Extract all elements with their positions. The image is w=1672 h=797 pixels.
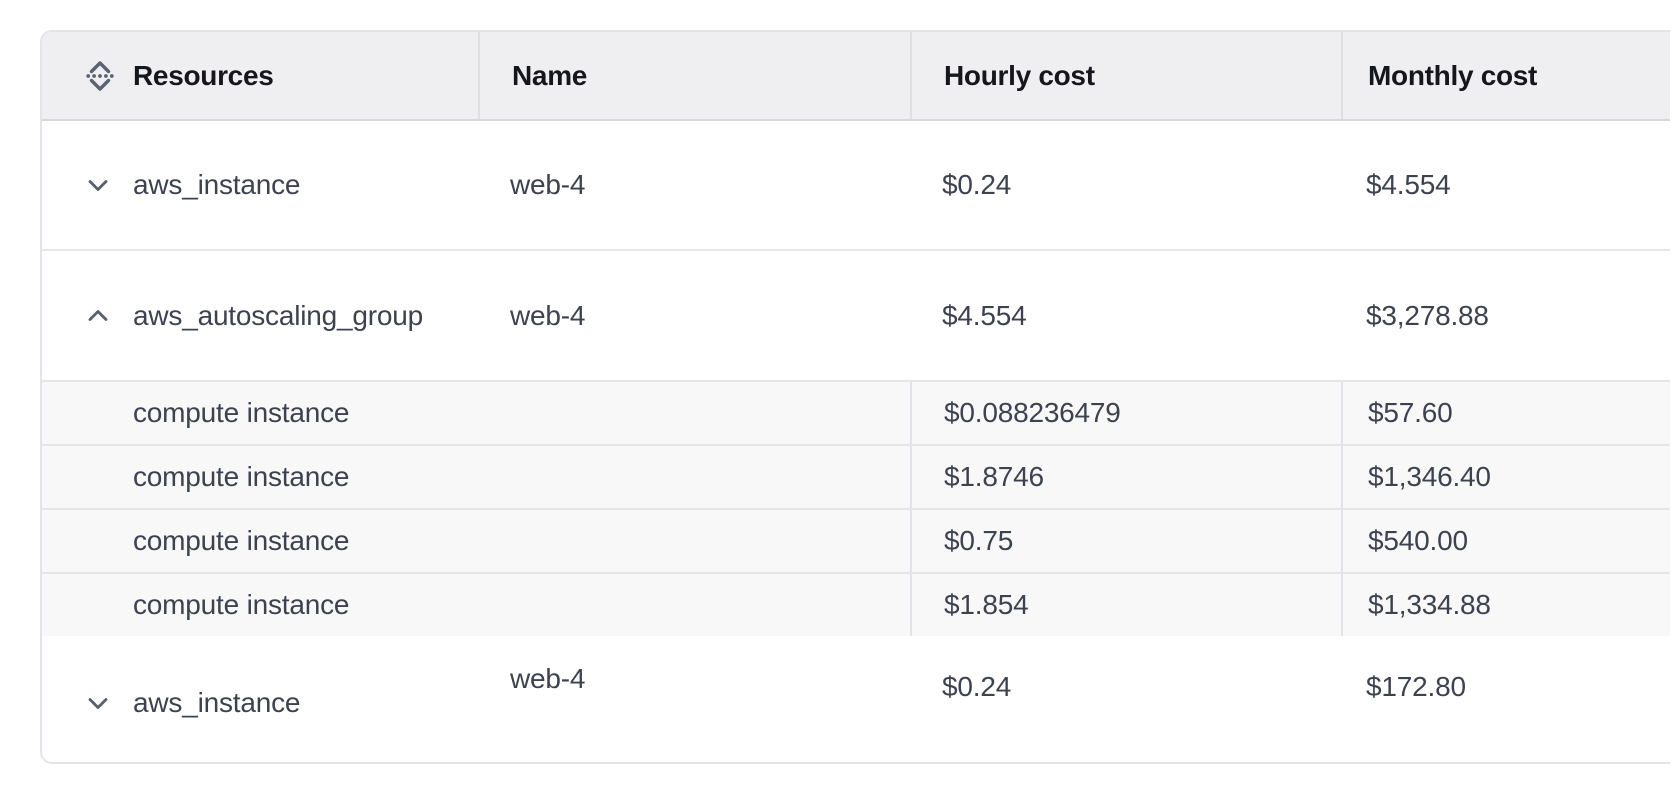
hourly-cost-value: $0.088236479: [944, 397, 1121, 429]
monthly-cost-value: $540.00: [1368, 525, 1468, 557]
header-name-label: Name: [512, 60, 587, 92]
component-label-cell: compute instance: [42, 574, 910, 636]
monthly-cost-value: $4.554: [1366, 169, 1450, 201]
hourly-cost-value: $4.554: [942, 300, 1026, 332]
monthly-cost-value: $1,334.88: [1368, 589, 1491, 621]
cost-breakdown-table: Resources Name Hourly cost Monthly cost …: [40, 30, 1670, 764]
hourly-cost-value: $0.75: [944, 525, 1013, 557]
monthly-cost-cell: $4.554: [1341, 121, 1670, 249]
name-cell: web-4: [478, 251, 910, 380]
table-row-aws-instance[interactable]: aws_instance web-4 $0.24 $4.554: [42, 121, 1670, 249]
resource-type-label: aws_instance: [133, 687, 300, 719]
resource-cell: aws_instance: [42, 121, 478, 249]
cost-component-row: compute instance $0.75 $540.00: [42, 508, 1670, 572]
hourly-cost-cell: $4.554: [910, 251, 1341, 380]
name-value: web-4: [510, 169, 585, 201]
component-label-cell: compute instance: [42, 446, 910, 508]
header-monthly-cost: Monthly cost: [1341, 32, 1670, 119]
hourly-cost-cell: $0.24: [910, 636, 1341, 762]
header-resources-label: Resources: [133, 60, 274, 92]
monthly-cost-cell: $1,334.88: [1341, 574, 1670, 636]
header-resources: Resources: [42, 32, 478, 119]
name-value: web-4: [510, 300, 585, 332]
chevron-up-icon[interactable]: [85, 303, 111, 329]
component-label: compute instance: [133, 397, 349, 429]
hourly-cost-cell: $1.854: [910, 574, 1341, 636]
hourly-cost-cell: $0.088236479: [910, 382, 1341, 444]
name-cell: web-4: [478, 121, 910, 249]
monthly-cost-cell: $172.80: [1341, 636, 1670, 762]
monthly-cost-value: $3,278.88: [1366, 300, 1489, 332]
monthly-cost-value: $1,346.40: [1368, 461, 1491, 493]
resource-cell: aws_instance: [42, 640, 478, 764]
hourly-cost-value: $0.24: [942, 169, 1011, 201]
component-label: compute instance: [133, 525, 349, 557]
name-value: web-4: [510, 663, 585, 695]
hourly-cost-value: $1.8746: [944, 461, 1044, 493]
resource-type-label: aws_instance: [133, 169, 300, 201]
hourly-cost-cell: $1.8746: [910, 446, 1341, 508]
header-hourly-cost: Hourly cost: [910, 32, 1341, 119]
component-label-cell: compute instance: [42, 382, 910, 444]
component-label: compute instance: [133, 461, 349, 493]
component-label-cell: compute instance: [42, 510, 910, 572]
table-header: Resources Name Hourly cost Monthly cost: [42, 32, 1670, 121]
cost-component-row: compute instance $1.8746 $1,346.40: [42, 444, 1670, 508]
hourly-cost-cell: $0.75: [910, 510, 1341, 572]
monthly-cost-value: $172.80: [1366, 671, 1466, 703]
hourly-cost-value: $1.854: [944, 589, 1028, 621]
chevron-down-icon[interactable]: [85, 172, 111, 198]
cost-component-row: compute instance $0.088236479 $57.60: [42, 380, 1670, 444]
table-row-aws-instance[interactable]: aws_instance web-4 $0.24 $172.80: [42, 636, 1670, 762]
monthly-cost-cell: $540.00: [1341, 510, 1670, 572]
hourly-cost-cell: $0.24: [910, 121, 1341, 249]
resource-type-label: aws_autoscaling_group: [133, 300, 423, 332]
monthly-cost-value: $57.60: [1368, 397, 1452, 429]
name-cell: web-4: [478, 636, 910, 762]
resource-cell: aws_autoscaling_group: [42, 251, 478, 380]
drag-reorder-icon[interactable]: [85, 58, 115, 94]
chevron-down-icon[interactable]: [85, 690, 111, 716]
table-row-aws-autoscaling-group[interactable]: aws_autoscaling_group web-4 $4.554 $3,27…: [42, 249, 1670, 380]
header-monthly-cost-label: Monthly cost: [1368, 60, 1537, 92]
header-hourly-cost-label: Hourly cost: [944, 60, 1095, 92]
monthly-cost-cell: $57.60: [1341, 382, 1670, 444]
monthly-cost-cell: $1,346.40: [1341, 446, 1670, 508]
component-label: compute instance: [133, 589, 349, 621]
cost-component-row: compute instance $1.854 $1,334.88: [42, 572, 1670, 636]
header-name: Name: [478, 32, 910, 119]
monthly-cost-cell: $3,278.88: [1341, 251, 1670, 380]
hourly-cost-value: $0.24: [942, 671, 1011, 703]
